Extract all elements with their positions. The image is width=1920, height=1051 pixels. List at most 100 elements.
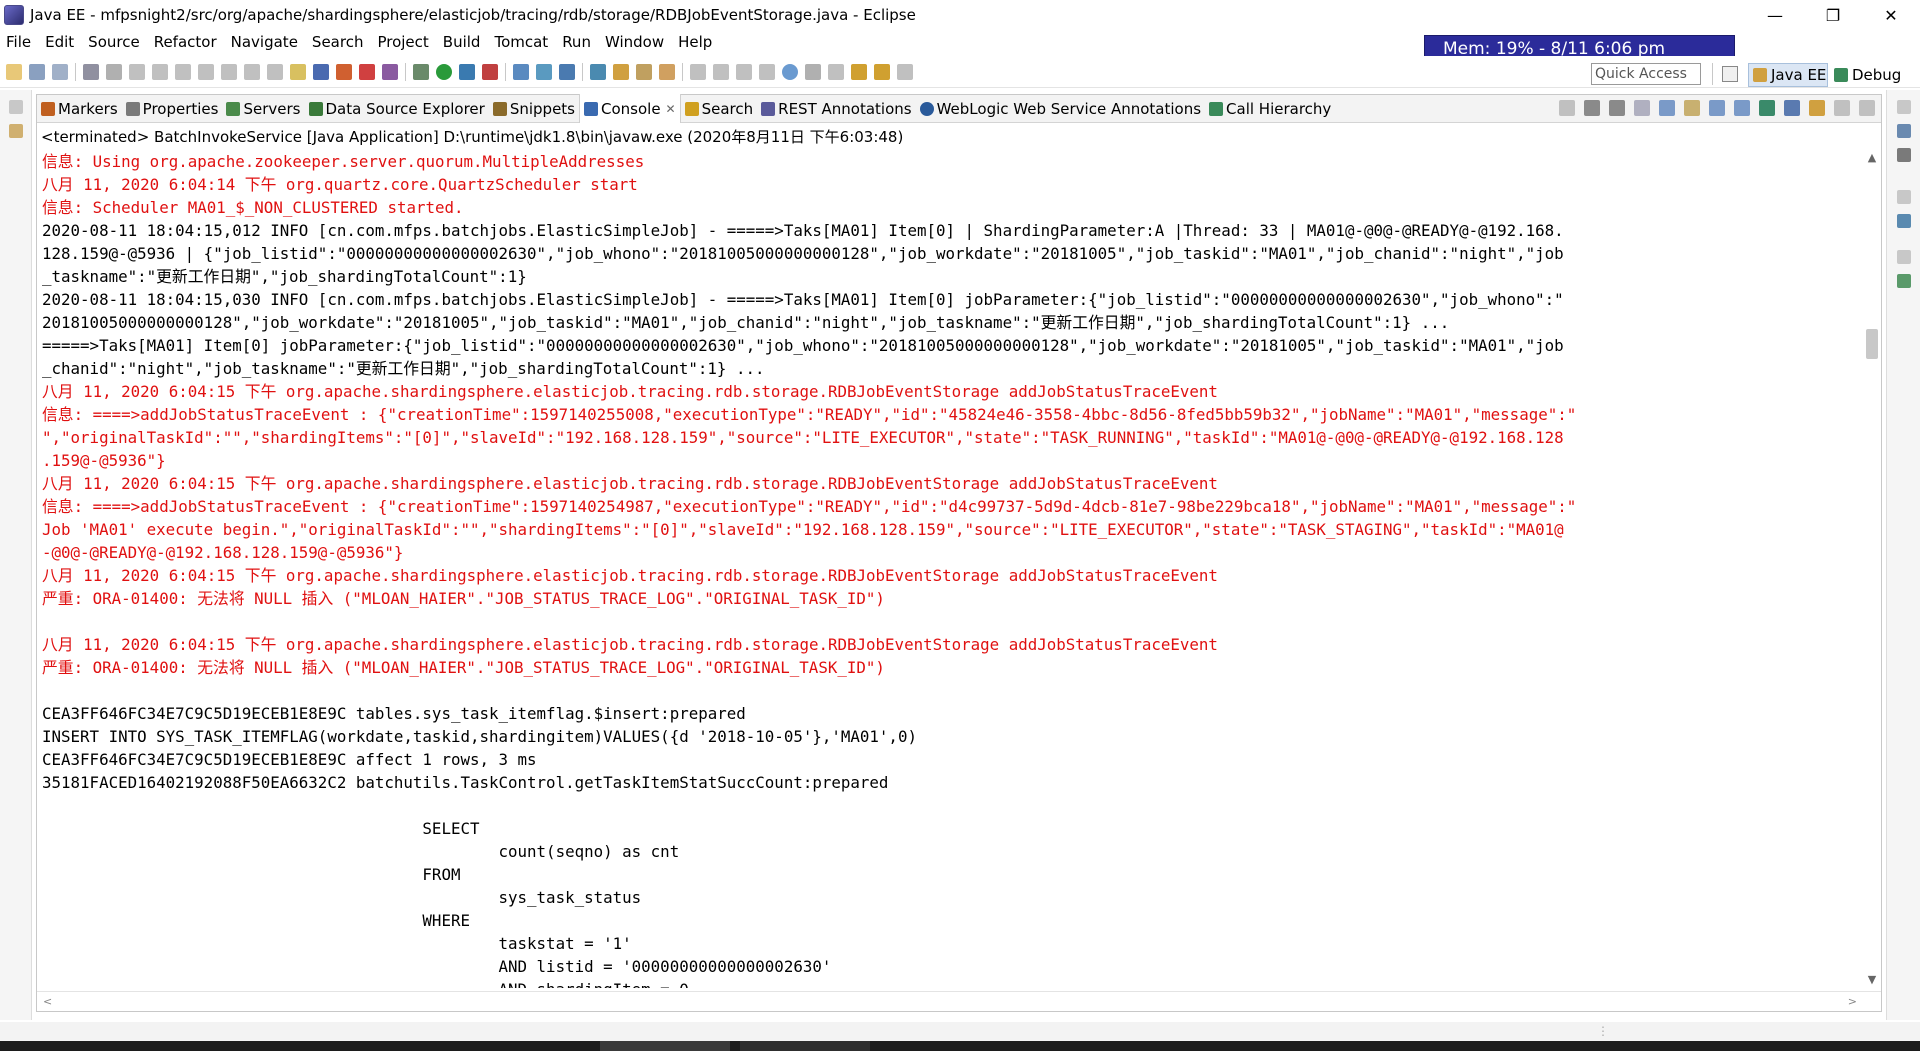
remove-all-terminated-icon[interactable]: [1609, 100, 1625, 116]
variables-icon[interactable]: [1897, 274, 1911, 288]
quick-access-input[interactable]: Quick Access: [1591, 63, 1701, 85]
menu-search[interactable]: Search: [312, 33, 364, 51]
plugin-icon[interactable]: [359, 64, 375, 80]
close-window-button[interactable]: ✕: [1862, 0, 1920, 30]
toggle-mark-icon[interactable]: [690, 64, 706, 80]
step-into-icon[interactable]: [221, 64, 237, 80]
back-icon[interactable]: [851, 64, 867, 80]
menu-project[interactable]: Project: [377, 33, 428, 51]
open-task-icon[interactable]: [636, 64, 652, 80]
tab-data-source-explorer[interactable]: Data Source Explorer: [305, 95, 489, 123]
tab-console[interactable]: Console ✕: [579, 94, 681, 123]
horizontal-scrollbar[interactable]: < >: [37, 991, 1881, 1011]
show-on-stdout-icon[interactable]: [1709, 100, 1725, 116]
step-over-icon[interactable]: [244, 64, 260, 80]
menu-navigate[interactable]: Navigate: [231, 33, 298, 51]
menu-tomcat[interactable]: Tomcat: [494, 33, 548, 51]
terminate-icon[interactable]: [1559, 100, 1575, 116]
toggle-block-icon[interactable]: [713, 64, 729, 80]
close-icon[interactable]: ✕: [666, 102, 676, 116]
build-icon[interactable]: [413, 64, 429, 80]
print-icon[interactable]: [83, 64, 99, 80]
scroll-right-icon[interactable]: >: [1848, 995, 1857, 1008]
menu-refactor[interactable]: Refactor: [154, 33, 217, 51]
save-all-icon[interactable]: [52, 64, 68, 80]
palette-icon[interactable]: [1897, 214, 1911, 228]
menu-edit[interactable]: Edit: [45, 33, 74, 51]
taskbar-item[interactable]: [600, 1041, 730, 1051]
new-class-icon[interactable]: [559, 64, 575, 80]
new-package-icon[interactable]: [536, 64, 552, 80]
tab-servers[interactable]: Servers: [222, 95, 304, 123]
outline-icon[interactable]: [1897, 124, 1911, 138]
package-explorer-icon[interactable]: [9, 124, 23, 138]
run-icon[interactable]: [436, 64, 452, 80]
show-on-stderr-icon[interactable]: [1734, 100, 1750, 116]
globe-icon[interactable]: [782, 64, 798, 80]
open-folder-icon[interactable]: [613, 64, 629, 80]
taskbar-item[interactable]: [740, 1041, 870, 1051]
scroll-up-icon[interactable]: ▲: [1866, 152, 1878, 164]
skip-breakpoints-icon[interactable]: [106, 64, 122, 80]
display-console-icon[interactable]: [1784, 100, 1800, 116]
back-dropdown-icon[interactable]: [874, 64, 890, 80]
pin-console-icon[interactable]: [1759, 100, 1775, 116]
vertical-scrollbar[interactable]: ▲ ▼: [1863, 150, 1881, 988]
menu-file[interactable]: File: [6, 33, 31, 51]
menu-source[interactable]: Source: [88, 33, 140, 51]
clear-console-icon[interactable]: [1634, 100, 1650, 116]
annotation-icon[interactable]: [805, 64, 821, 80]
tab-rest-annotations[interactable]: REST Annotations: [757, 95, 915, 123]
perspective-java-ee[interactable]: Java EE: [1748, 63, 1828, 87]
tab-properties[interactable]: Properties: [122, 95, 223, 123]
tab-weblogic-annotations[interactable]: WebLogic Web Service Annotations: [916, 95, 1205, 123]
maximize-view-icon[interactable]: [1859, 100, 1875, 116]
step-return-icon[interactable]: [267, 64, 283, 80]
external-tools-icon[interactable]: [482, 64, 498, 80]
plugin-icon[interactable]: [336, 64, 352, 80]
maximize-button[interactable]: ❐: [1804, 0, 1862, 30]
open-console-icon[interactable]: [1809, 100, 1825, 116]
pencil-icon[interactable]: [659, 64, 675, 80]
forward-icon[interactable]: [897, 64, 913, 80]
menu-build[interactable]: Build: [443, 33, 481, 51]
tab-snippets[interactable]: Snippets: [489, 95, 579, 123]
format-icon[interactable]: [290, 64, 306, 80]
scroll-down-icon[interactable]: ▼: [1866, 974, 1878, 986]
next-annotation-icon[interactable]: [828, 64, 844, 80]
restore-icon[interactable]: [9, 100, 23, 114]
open-perspective-icon[interactable]: [1722, 66, 1738, 82]
open-type-icon[interactable]: [590, 64, 606, 80]
plugin-icon[interactable]: [382, 64, 398, 80]
terminate-icon[interactable]: [175, 64, 191, 80]
save-icon[interactable]: [29, 64, 45, 80]
minimize-view-icon[interactable]: [1834, 100, 1850, 116]
bms-icon[interactable]: [313, 64, 329, 80]
pin-icon[interactable]: [759, 64, 775, 80]
resume-icon[interactable]: [129, 64, 145, 80]
restore-icon[interactable]: [1897, 250, 1911, 264]
scroll-lock-icon[interactable]: [1659, 100, 1675, 116]
word-wrap-icon[interactable]: [1684, 100, 1700, 116]
new-server-icon[interactable]: [513, 64, 529, 80]
restore-icon[interactable]: [1897, 190, 1911, 204]
task-list-icon[interactable]: [1897, 148, 1911, 162]
scrollbar-thumb[interactable]: [1866, 329, 1878, 359]
minimize-button[interactable]: —: [1746, 0, 1804, 30]
disconnect-icon[interactable]: [198, 64, 214, 80]
tab-markers[interactable]: Markers: [37, 95, 122, 123]
show-whitespace-icon[interactable]: [736, 64, 752, 80]
tab-search[interactable]: Search: [681, 95, 758, 123]
suspend-icon[interactable]: [152, 64, 168, 80]
restore-icon[interactable]: [1897, 100, 1911, 114]
perspective-debug[interactable]: Debug: [1834, 63, 1901, 87]
scroll-left-icon[interactable]: <: [43, 995, 52, 1008]
debug-icon[interactable]: [459, 64, 475, 80]
menu-window[interactable]: Window: [605, 33, 664, 51]
menu-run[interactable]: Run: [562, 33, 591, 51]
tab-call-hierarchy[interactable]: Call Hierarchy: [1205, 95, 1335, 123]
remove-launch-icon[interactable]: [1584, 100, 1600, 116]
menu-help[interactable]: Help: [678, 33, 712, 51]
console-output[interactable]: 信息: Using org.apache.zookeeper.server.qu…: [42, 150, 1862, 988]
new-icon[interactable]: [6, 64, 22, 80]
